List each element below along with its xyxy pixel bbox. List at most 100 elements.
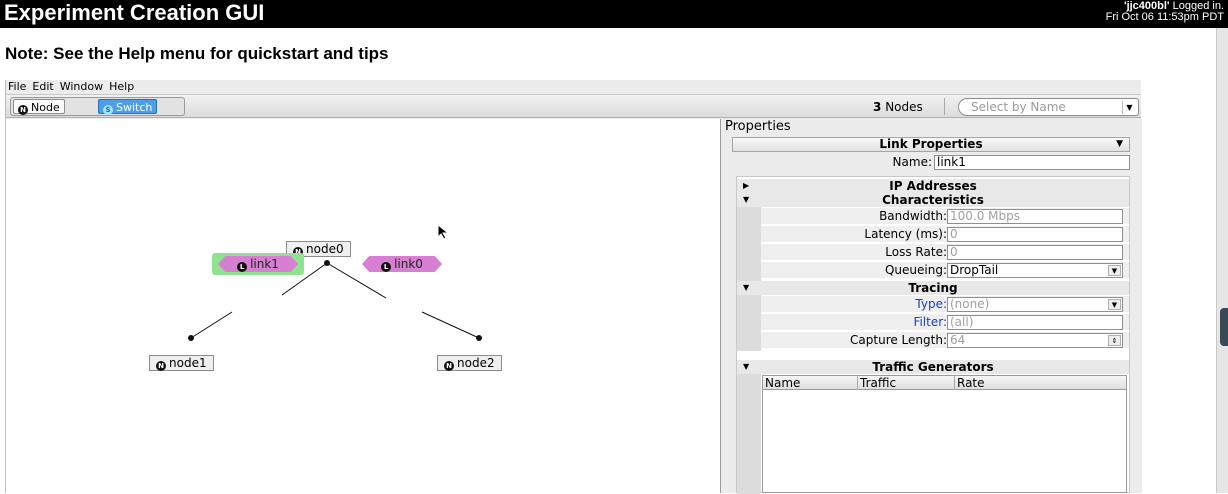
trace-filter-label: Filter: <box>913 315 947 329</box>
link-link1[interactable]: Llink1 <box>218 256 298 272</box>
topology-links <box>188 260 482 341</box>
edge-link1-node1 <box>190 311 233 339</box>
column-header-name[interactable]: Name <box>763 376 858 390</box>
spinner-arrows-icon[interactable]: ⇕ <box>1108 335 1121 346</box>
link-label: link0 <box>394 257 423 271</box>
trace-type-value: (none) <box>950 297 990 311</box>
link-label: link1 <box>250 257 279 271</box>
side-tab-handle[interactable] <box>1220 308 1228 346</box>
menu-help[interactable]: Help <box>109 80 134 93</box>
section-characteristics[interactable]: ▼ Characteristics <box>737 193 1129 207</box>
switch-mode-label: Switch <box>116 101 153 114</box>
node2-anchor <box>476 335 482 341</box>
node-icon: N <box>444 361 454 371</box>
menu-file[interactable]: File <box>8 80 26 93</box>
loss-rate-label: Loss Rate: <box>885 245 947 259</box>
node-count-number: 3 <box>873 100 882 114</box>
experiment-editor: File Edit Window Help N Node S Switch 3 Nodes… <box>5 80 1142 494</box>
section-tracing[interactable]: ▼ Tracing <box>737 281 1129 295</box>
name-input[interactable]: link1 <box>934 155 1130 170</box>
node-label: node1 <box>169 356 207 370</box>
loss-rate-row: Loss Rate: 0 <box>761 244 1129 261</box>
node-node2[interactable]: Nnode2 <box>437 355 502 371</box>
login-info: 'jjc400bl' Logged in. Fri Oct 06 11:53pm… <box>1106 1 1224 23</box>
trace-type-select[interactable]: (none) ▼ <box>947 297 1123 312</box>
section-label: Tracing <box>908 281 958 295</box>
table-header: Name Traffic Rate <box>763 376 1126 390</box>
link-icon: L <box>381 262 392 272</box>
queueing-row: Queueing: DropTail ▼ <box>761 262 1129 279</box>
expand-right-icon[interactable]: ▶ <box>743 179 749 193</box>
node-mode-button[interactable]: N Node <box>13 99 65 115</box>
collapse-down-icon[interactable]: ▼ <box>743 360 749 374</box>
tree-indent <box>737 374 761 494</box>
link-properties-dropdown[interactable]: Link Properties ▼ <box>732 137 1130 152</box>
node-count: 3 Nodes <box>873 100 923 114</box>
node-node1[interactable]: Nnode1 <box>149 355 214 371</box>
section-traffic-generators[interactable]: ▼ Traffic Generators <box>737 360 1129 374</box>
help-note: Note: See the Help menu for quickstart a… <box>5 44 389 63</box>
link-icon: L <box>237 262 248 272</box>
app-title: Experiment Creation GUI <box>4 0 265 25</box>
topology-canvas[interactable]: Nnode0 Nnode1 Nnode2 Llink1 Llink0 <box>6 119 721 493</box>
queueing-value: DropTail <box>950 263 999 277</box>
queueing-select[interactable]: DropTail ▼ <box>947 263 1123 278</box>
bandwidth-input[interactable]: 100.0 Mbps <box>947 209 1123 224</box>
page-scroll-edge <box>1216 28 1228 493</box>
toolbar: N Node S Switch 3 Nodes Select by Name ▼ <box>6 94 1141 118</box>
trace-filter-row: Filter: (all) <box>761 314 1129 331</box>
trace-type-label: Type: <box>915 297 947 311</box>
node-icon: N <box>156 361 166 371</box>
datetime: Fri Oct 06 11:53pm PDT <box>1105 11 1224 23</box>
name-label: Name: <box>892 155 932 169</box>
collapse-down-icon[interactable]: ▼ <box>743 281 749 295</box>
chevron-down-icon[interactable]: ▼ <box>1108 299 1121 310</box>
toolbar-separator <box>944 98 945 115</box>
latency-input[interactable]: 0 <box>947 227 1123 242</box>
capture-length-row: Capture Length: 64 ⇕ <box>761 332 1129 349</box>
trace-filter-input[interactable]: (all) <box>947 315 1123 330</box>
menu-bar: File Edit Window Help <box>6 80 1141 94</box>
link-properties-label: Link Properties <box>879 137 983 151</box>
node-count-label: Nodes <box>885 100 923 114</box>
node1-anchor <box>188 335 194 341</box>
select-by-name-placeholder: Select by Name <box>971 100 1066 114</box>
column-header-traffic[interactable]: Traffic <box>858 376 955 390</box>
node-icon: N <box>18 105 28 115</box>
select-by-name-combo[interactable]: Select by Name ▼ <box>958 98 1139 116</box>
switch-mode-button[interactable]: S Switch <box>98 99 158 115</box>
node-mode-label: Node <box>31 101 60 114</box>
title-bar: Experiment Creation GUI 'jjc400bl' Logge… <box>0 0 1228 28</box>
menu-edit[interactable]: Edit <box>32 80 53 93</box>
latency-label: Latency (ms): <box>864 227 947 241</box>
properties-panel: Properties Link Properties ▼ Name: link1… <box>722 119 1142 494</box>
latency-row: Latency (ms): 0 <box>761 226 1129 243</box>
chevron-down-icon[interactable]: ▼ <box>1108 265 1121 276</box>
queueing-label: Queueing: <box>884 263 947 277</box>
capture-length-label: Capture Length: <box>850 333 947 347</box>
traffic-generators-table[interactable]: Name Traffic Rate <box>762 375 1127 493</box>
node-label: node0 <box>306 242 344 256</box>
bandwidth-row: Bandwidth: 100.0 Mbps <box>761 208 1129 225</box>
section-label: IP Addresses <box>889 179 977 193</box>
loss-rate-input[interactable]: 0 <box>947 245 1123 260</box>
section-label: Traffic Generators <box>872 360 994 374</box>
node-label: node2 <box>457 356 495 370</box>
section-label: Characteristics <box>882 193 984 207</box>
trace-type-row: Type: (none) ▼ <box>761 296 1129 313</box>
tree-indent <box>737 295 761 351</box>
edge-link0-node2 <box>421 311 480 339</box>
capture-length-spinner[interactable]: 64 ⇕ <box>947 333 1123 348</box>
mouse-pointer-icon <box>437 224 450 240</box>
chevron-down-icon[interactable]: ▼ <box>1122 101 1136 114</box>
chevron-down-icon: ▼ <box>1116 139 1123 149</box>
menu-window[interactable]: Window <box>60 80 103 93</box>
column-header-rate[interactable]: Rate <box>955 376 1128 390</box>
section-ip-addresses[interactable]: ▶ IP Addresses <box>737 179 1129 193</box>
node0-anchor <box>324 260 330 266</box>
properties-title: Properties <box>725 119 791 134</box>
name-row: Name: link1 <box>732 155 1132 170</box>
collapse-down-icon[interactable]: ▼ <box>743 193 749 207</box>
link-link0[interactable]: Llink0 <box>362 256 442 272</box>
bandwidth-label: Bandwidth: <box>879 209 947 223</box>
